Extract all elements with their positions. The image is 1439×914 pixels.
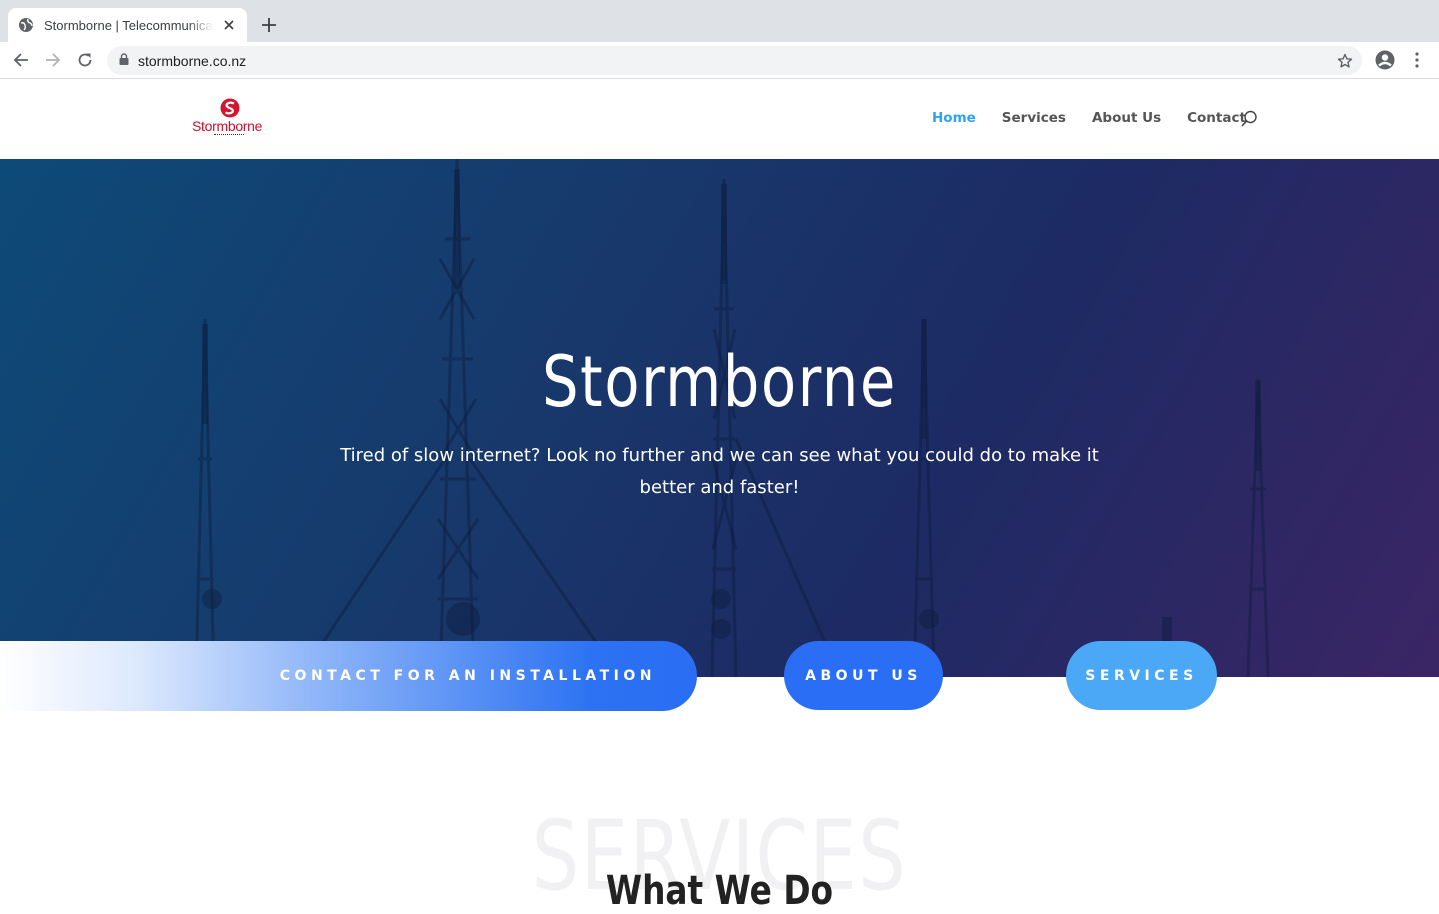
contact-installation-label: CONTACT FOR AN INSTALLATION	[279, 668, 656, 684]
address-bar[interactable]: stormborne.co.nz	[107, 46, 1362, 75]
site-header: Stormborne Home Services About Us Contac…	[0, 79, 1439, 159]
contact-installation-button[interactable]: CONTACT FOR AN INSTALLATION	[0, 641, 697, 711]
lock-icon	[119, 52, 129, 70]
main-navigation: Home Services About Us Contact	[932, 110, 1246, 126]
logo-tagline	[214, 134, 244, 137]
hero-subtitle: Tired of slow internet? Look no further …	[340, 445, 1099, 498]
services-button[interactable]: SERVICES	[1066, 641, 1217, 710]
nav-item-home[interactable]: Home	[932, 110, 976, 126]
reload-icon[interactable]	[73, 48, 97, 72]
menu-icon[interactable]	[1405, 48, 1429, 72]
logo-text: Stormborne	[192, 118, 263, 134]
star-icon[interactable]	[1336, 52, 1354, 70]
services-label: SERVICES	[1085, 667, 1198, 684]
about-us-label: ABOUT US	[805, 667, 922, 684]
url-text: stormborne.co.nz	[138, 52, 247, 69]
plus-icon[interactable]	[258, 14, 280, 36]
about-us-button[interactable]: ABOUT US	[784, 641, 943, 710]
globe-icon	[18, 17, 34, 33]
browser-tab-bar: Stormborne | Telecommunications	[0, 0, 1439, 42]
back-icon[interactable]	[9, 48, 33, 72]
site-logo[interactable]: Stormborne	[190, 97, 274, 141]
search-icon[interactable]	[1240, 110, 1258, 128]
tab-title: Stormborne | Telecommunications	[44, 17, 213, 33]
hero-section: Stormborne Tired of slow internet? Look …	[0, 159, 1439, 677]
nav-item-contact[interactable]: Contact	[1187, 110, 1246, 126]
account-icon[interactable]	[1373, 48, 1397, 72]
services-heading: What We Do	[605, 868, 834, 914]
nav-item-about-us[interactable]: About Us	[1092, 110, 1161, 126]
close-icon[interactable]	[221, 17, 237, 33]
hero-title: Stormborne	[542, 341, 897, 423]
forward-icon[interactable]	[41, 48, 65, 72]
nav-item-services[interactable]: Services	[1002, 110, 1066, 126]
browser-toolbar: stormborne.co.nz	[0, 42, 1439, 79]
browser-tab[interactable]: Stormborne | Telecommunications	[8, 8, 247, 42]
